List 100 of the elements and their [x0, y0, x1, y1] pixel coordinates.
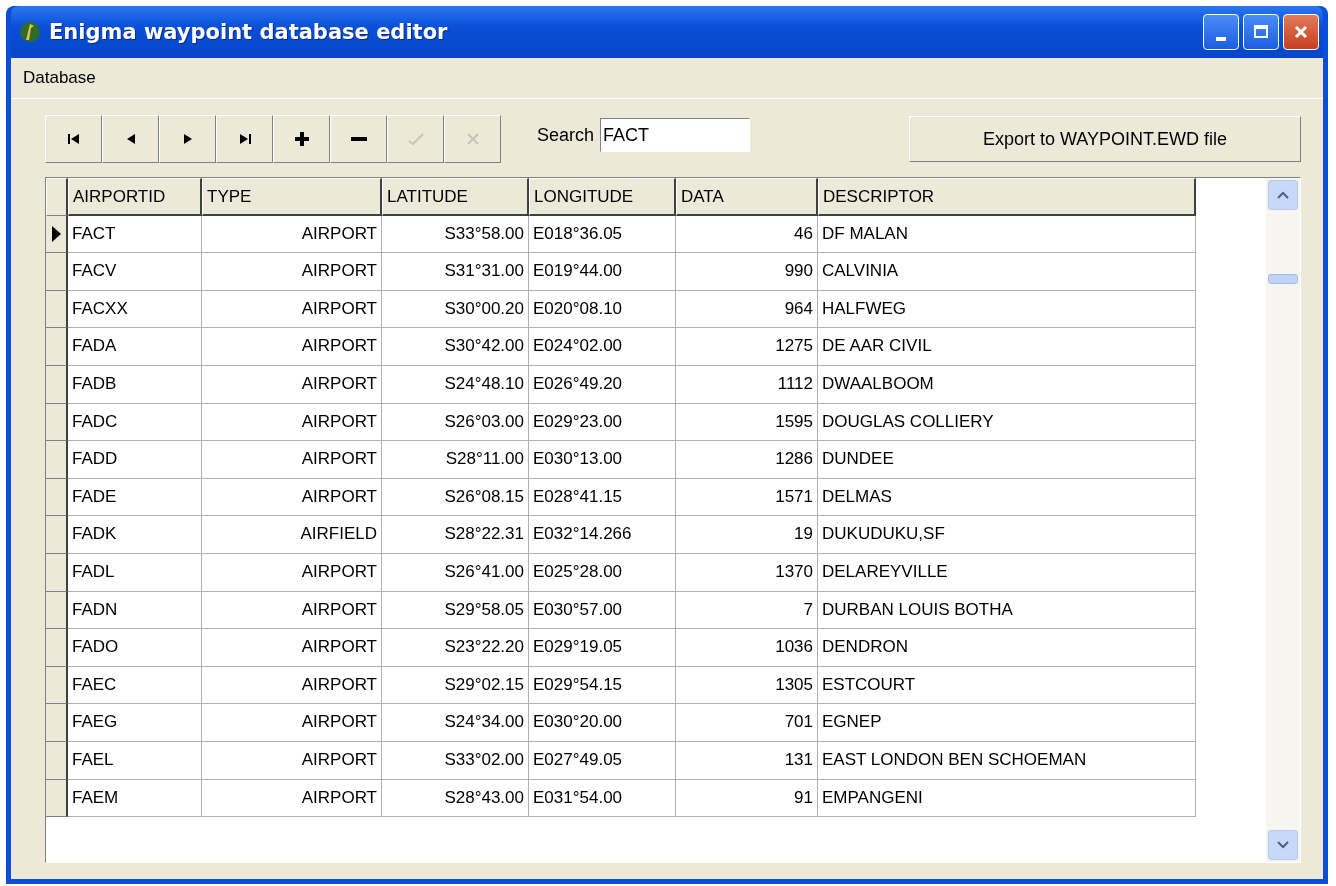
navigator-button[interactable]	[45, 115, 102, 163]
table-cell: S24°48.10	[382, 365, 529, 404]
row-indicator[interactable]	[46, 591, 68, 630]
table-cell: AIRPORT	[202, 478, 382, 517]
table-cell: AIRPORT	[202, 290, 382, 329]
table-cell: E030°20.00	[529, 704, 676, 742]
table-cell: E031°54.00	[529, 779, 676, 818]
table-cell: S26°41.00	[382, 553, 529, 592]
row-indicator[interactable]	[46, 553, 68, 592]
column-header[interactable]: DESCRIPTOR	[818, 178, 1196, 216]
scroll-thumb[interactable]	[1268, 274, 1298, 284]
table-cell: DF MALAN	[818, 215, 1196, 254]
vertical-scrollbar[interactable]	[1266, 178, 1300, 862]
table-cell: AIRPORT	[202, 365, 382, 404]
table-cell: FAEM	[68, 779, 202, 818]
column-header[interactable]: TYPE	[202, 178, 382, 216]
navigator-button[interactable]	[216, 115, 273, 163]
table-cell: AIRPORT	[202, 591, 382, 630]
column-header[interactable]: DATA	[676, 178, 818, 216]
row-indicator[interactable]	[46, 328, 68, 366]
table-cell: DWAALBOOM	[818, 365, 1196, 404]
maximize-button[interactable]	[1243, 14, 1279, 50]
search-field[interactable]: FACT	[600, 118, 751, 152]
row-indicator[interactable]	[46, 215, 68, 254]
navigator-button[interactable]	[330, 115, 387, 163]
table-cell: DOUGLAS COLLIERY	[818, 403, 1196, 442]
table-cell: AIRPORT	[202, 741, 382, 780]
table-cell: FADE	[68, 478, 202, 517]
table-cell: FADL	[68, 553, 202, 592]
menu-item[interactable]: Database	[23, 68, 96, 88]
row-indicator[interactable]	[46, 478, 68, 517]
table-cell: AIRPORT	[202, 253, 382, 291]
table-cell: E026°49.20	[529, 365, 676, 404]
table-cell: 19	[676, 516, 818, 554]
table-cell: HALFWEG	[818, 290, 1196, 329]
table-cell: E024°02.00	[529, 328, 676, 366]
table-cell: E029°23.00	[529, 403, 676, 442]
table-cell: E030°57.00	[529, 591, 676, 630]
table-cell: 1112	[676, 365, 818, 404]
row-indicator[interactable]	[46, 741, 68, 780]
row-indicator[interactable]	[46, 516, 68, 554]
table-cell: DE AAR CIVIL	[818, 328, 1196, 366]
table-cell: E025°28.00	[529, 553, 676, 592]
table-cell: E027°49.05	[529, 741, 676, 780]
table-cell: S24°34.00	[382, 704, 529, 742]
table-cell: E032°14.266	[529, 516, 676, 554]
table-cell: CALVINIA	[818, 253, 1196, 291]
row-indicator[interactable]	[46, 666, 68, 705]
table-cell: FADD	[68, 441, 202, 479]
table-cell: E028°41.15	[529, 478, 676, 517]
table-cell: FACXX	[68, 290, 202, 329]
minimize-button[interactable]	[1203, 14, 1239, 50]
table-cell: FADK	[68, 516, 202, 554]
search-label: Search	[537, 124, 595, 146]
row-indicator[interactable]	[46, 441, 68, 479]
table-cell: FADC	[68, 403, 202, 442]
table-cell: DUNDEE	[818, 441, 1196, 479]
table-cell: DUKUDUKU,SF	[818, 516, 1196, 554]
table-cell: EMPANGENI	[818, 779, 1196, 818]
table-cell: E019°44.00	[529, 253, 676, 291]
table-cell: FAEG	[68, 704, 202, 742]
row-indicator[interactable]	[46, 290, 68, 329]
scroll-up-button[interactable]	[1268, 180, 1298, 210]
table-cell: AIRFIELD	[202, 516, 382, 554]
table-cell: E029°54.15	[529, 666, 676, 705]
table-cell: 1370	[676, 553, 818, 592]
table-cell: S29°58.05	[382, 591, 529, 630]
row-indicator[interactable]	[46, 403, 68, 442]
close-button[interactable]	[1283, 14, 1319, 50]
table-cell: S33°58.00	[382, 215, 529, 254]
table-cell: EAST LONDON BEN SCHOEMAN	[818, 741, 1196, 780]
table-cell: AIRPORT	[202, 666, 382, 705]
table-cell: 1571	[676, 478, 818, 517]
table-cell: 1036	[676, 629, 818, 667]
table-cell: 964	[676, 290, 818, 329]
row-indicator[interactable]	[46, 365, 68, 404]
app-icon	[19, 20, 41, 44]
table-cell: AIRPORT	[202, 779, 382, 818]
row-indicator[interactable]	[46, 253, 68, 291]
table-cell: AIRPORT	[202, 553, 382, 592]
table-cell: S33°02.00	[382, 741, 529, 780]
table-cell: S26°08.15	[382, 478, 529, 517]
table-cell: S29°02.15	[382, 666, 529, 705]
scroll-down-button[interactable]	[1268, 830, 1298, 860]
table-cell: 91	[676, 779, 818, 818]
table-cell: S31°31.00	[382, 253, 529, 291]
navigator-button[interactable]	[273, 115, 330, 163]
table-cell: DENDRON	[818, 629, 1196, 667]
row-indicator[interactable]	[46, 779, 68, 818]
row-indicator[interactable]	[46, 629, 68, 667]
chevron-down-icon	[1277, 841, 1289, 849]
table-cell: FAEL	[68, 741, 202, 780]
column-header[interactable]: LONGITUDE	[529, 178, 676, 216]
column-header[interactable]: AIRPORTID	[68, 178, 202, 216]
table-cell: E029°19.05	[529, 629, 676, 667]
row-indicator[interactable]	[46, 704, 68, 742]
table-cell: S28°43.00	[382, 779, 529, 818]
column-header[interactable]: LATITUDE	[382, 178, 529, 216]
table-cell: S26°03.00	[382, 403, 529, 442]
export-button[interactable]: Export to WAYPOINT.EWD file	[909, 116, 1301, 162]
